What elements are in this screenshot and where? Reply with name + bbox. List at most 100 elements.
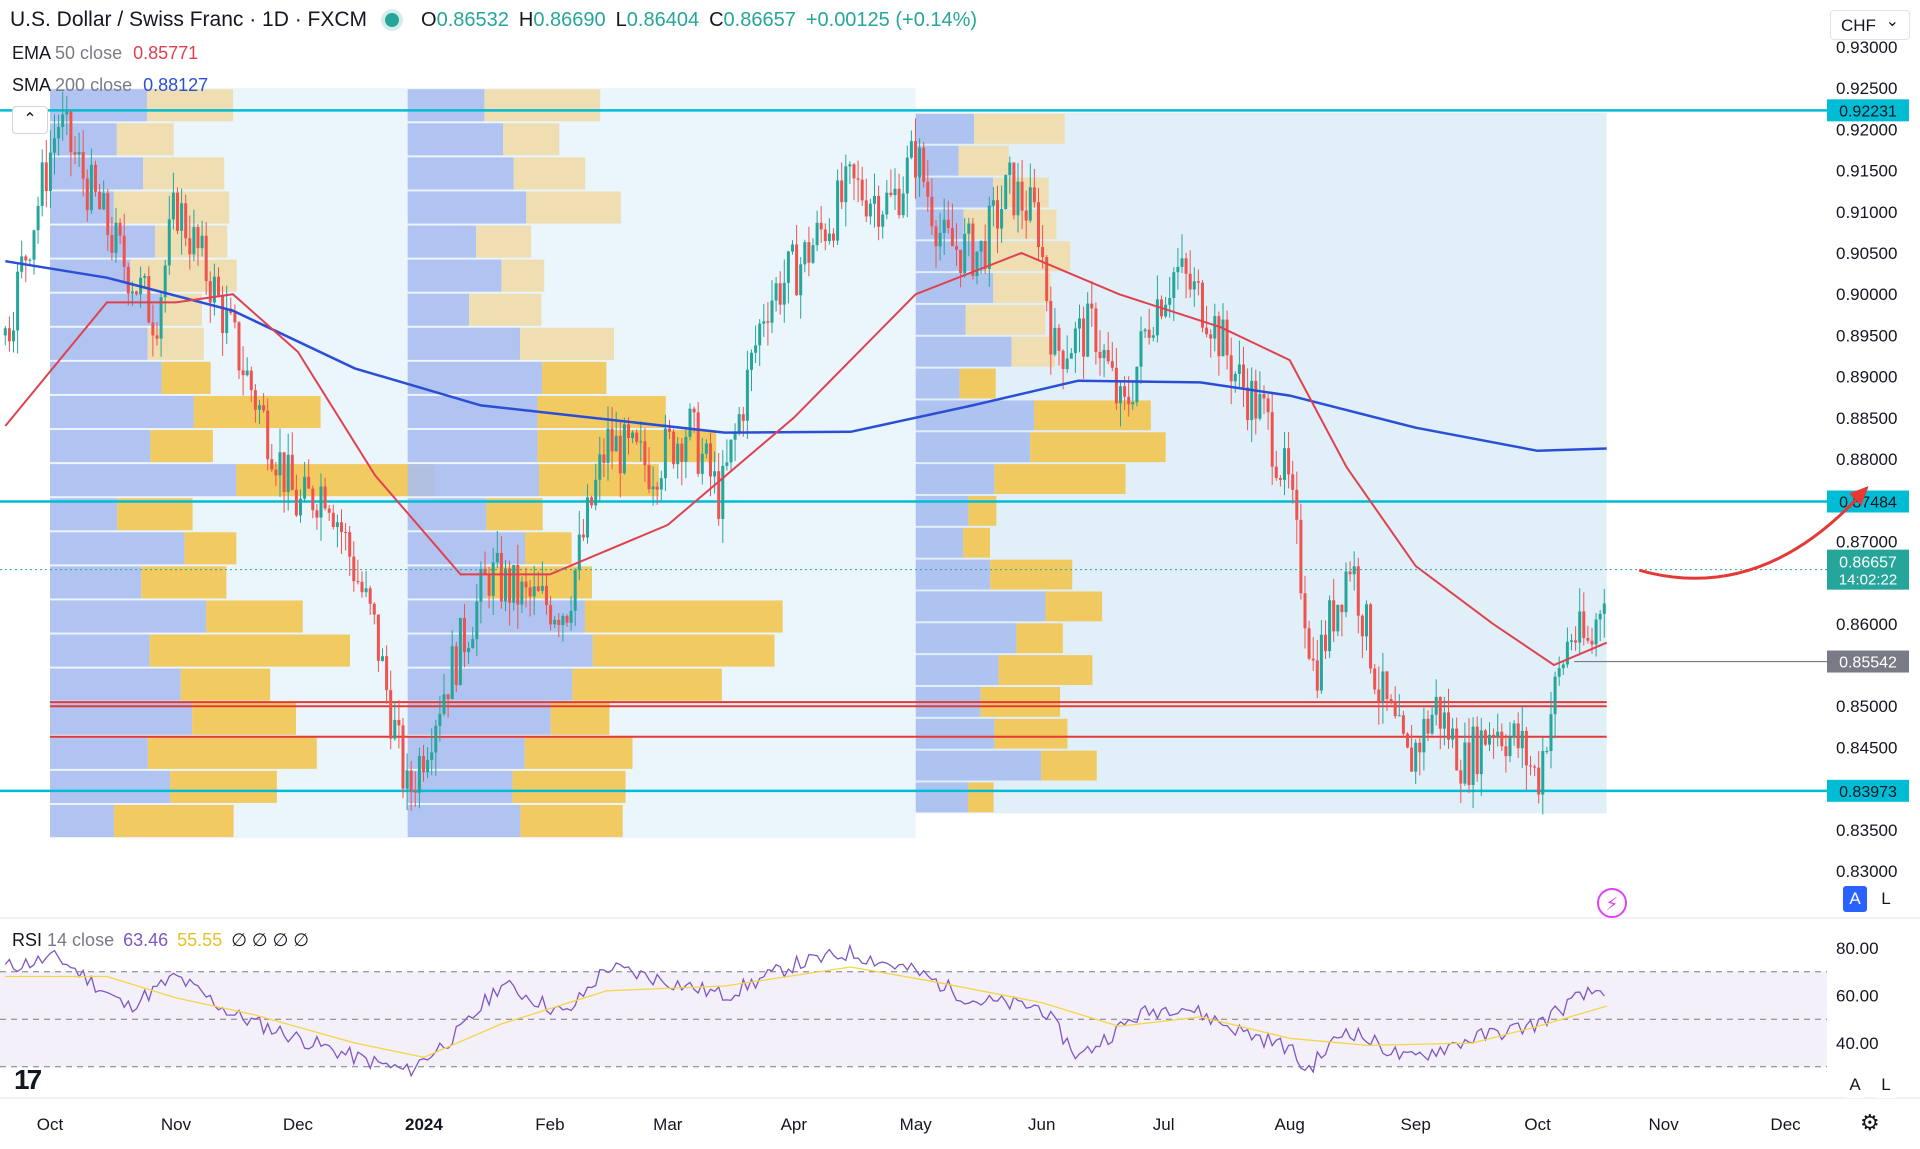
candle-body xyxy=(16,271,20,331)
vp-row-up-volume xyxy=(915,591,1046,622)
vp-row-up-volume xyxy=(407,259,502,292)
vp-row-up-volume xyxy=(915,336,1012,367)
candle-body xyxy=(680,443,684,462)
sma-legend[interactable]: SMA 200 close 0.88127 xyxy=(12,75,208,96)
vp-row-down-volume xyxy=(149,634,350,667)
candle-body xyxy=(1467,742,1471,785)
tradingview-logo-icon[interactable]: 17 xyxy=(14,1064,42,1096)
candle-body xyxy=(1360,615,1364,637)
candle-body xyxy=(1114,367,1118,404)
time-axis-tick: Oct xyxy=(37,1115,64,1134)
vp-row-down-volume xyxy=(572,668,722,701)
log-scale-button[interactable]: L xyxy=(1874,886,1898,912)
candle-body xyxy=(1024,210,1028,221)
market-open-dot-icon xyxy=(385,13,400,27)
candle-body xyxy=(98,191,102,210)
vp-row-down-volume xyxy=(501,259,545,292)
candle-body xyxy=(848,164,852,167)
price-axis-tick: 0.83000 xyxy=(1836,862,1897,881)
candle-body xyxy=(266,410,270,460)
candle-body xyxy=(499,552,503,602)
candle-body xyxy=(930,196,934,227)
candle-body xyxy=(672,431,676,465)
candle-body xyxy=(1414,742,1418,772)
vp-row-up-volume xyxy=(407,736,525,769)
vp-row-down-volume xyxy=(484,89,601,122)
candle-body xyxy=(622,424,626,474)
candle-body xyxy=(594,479,598,506)
vp-row-up-volume xyxy=(407,327,520,360)
candle-body xyxy=(1192,281,1196,290)
vp-row-up-volume xyxy=(407,566,487,599)
vp-row-down-volume xyxy=(150,430,213,463)
rsi-log-scale-button[interactable]: L xyxy=(1874,1072,1898,1098)
rsi-ma-value: 55.55 xyxy=(177,930,223,950)
vp-row-down-volume xyxy=(1030,432,1166,463)
candle-body xyxy=(651,486,655,490)
candle-body xyxy=(831,233,835,241)
gear-icon[interactable]: ⚙ xyxy=(1860,1110,1880,1136)
candle-body xyxy=(405,770,409,789)
candle-body xyxy=(1356,566,1360,616)
candle-body xyxy=(118,222,122,236)
candle-body xyxy=(950,227,954,247)
candle-body xyxy=(713,471,717,477)
candle-body xyxy=(778,283,782,305)
candle-body xyxy=(1196,281,1200,283)
ema-value: 0.85771 xyxy=(133,43,199,63)
candle-body xyxy=(372,603,376,615)
vp-row-up-volume xyxy=(50,430,151,463)
lightning-icon[interactable]: ⚡ xyxy=(1597,888,1627,918)
rsi-legend[interactable]: RSI 14 close 63.46 55.55 ∅ ∅ ∅ ∅ xyxy=(12,930,309,951)
change-value: +0.00125 (+0.14%) xyxy=(805,8,978,31)
candle-body xyxy=(495,552,499,563)
vp-row-down-volume xyxy=(968,782,994,813)
sma-params: 200 close xyxy=(55,75,133,95)
candle-body xyxy=(1221,319,1225,357)
price-axis-tick: 0.84500 xyxy=(1836,738,1897,757)
candle-body xyxy=(475,601,479,640)
price-axis-tick: 0.89500 xyxy=(1836,326,1897,345)
candle-body xyxy=(1475,726,1479,775)
candle-body xyxy=(1451,728,1455,740)
candle-body xyxy=(524,581,528,588)
vp-row-up-volume xyxy=(407,464,539,497)
vp-row-down-volume xyxy=(486,498,543,531)
candle-body xyxy=(577,534,581,571)
vp-row-down-volume xyxy=(192,702,296,735)
auto-scale-button[interactable]: A xyxy=(1843,886,1867,912)
candle-body xyxy=(729,439,733,463)
symbol-title[interactable]: U.S. Dollar / Swiss Franc · 1D · FXCM xyxy=(10,8,367,32)
candle-body xyxy=(1250,380,1254,421)
candle-body xyxy=(110,234,114,253)
candle-body xyxy=(1004,175,1008,209)
rsi-auto-scale-button[interactable]: A xyxy=(1843,1072,1867,1098)
candle-body xyxy=(770,300,774,323)
candle-body xyxy=(245,370,249,376)
vp-row-up-volume xyxy=(407,89,485,122)
candle-body xyxy=(1266,398,1270,413)
candle-body xyxy=(938,232,942,247)
vp-row-up-volume xyxy=(915,432,1031,463)
candle-body xyxy=(1455,728,1459,771)
price-chart[interactable]: 0.930000.925000.920000.915000.910000.905… xyxy=(0,0,1920,1149)
candle-body xyxy=(1287,448,1291,475)
currency-select[interactable]: CHF xyxy=(1830,7,1910,40)
candle-body xyxy=(1139,331,1143,367)
candle-body xyxy=(241,370,245,376)
vp-row-up-volume xyxy=(915,750,1042,781)
candle-body xyxy=(48,152,52,192)
vp-row-down-volume xyxy=(990,559,1073,590)
ema-legend[interactable]: EMA 50 close 0.85771 xyxy=(12,43,198,64)
price-axis-tick: 0.88000 xyxy=(1836,450,1897,469)
candle-body xyxy=(1172,272,1176,298)
vp-row-down-volume xyxy=(592,634,775,667)
candle-body xyxy=(446,694,450,700)
collapse-legend-button[interactable]: ⌃ xyxy=(12,106,48,134)
candle-body xyxy=(102,193,106,210)
candle-body xyxy=(454,646,458,685)
candle-body xyxy=(1020,181,1024,211)
candle-body xyxy=(200,235,204,249)
candle-body xyxy=(692,408,696,413)
vp-row-up-volume xyxy=(50,668,181,701)
